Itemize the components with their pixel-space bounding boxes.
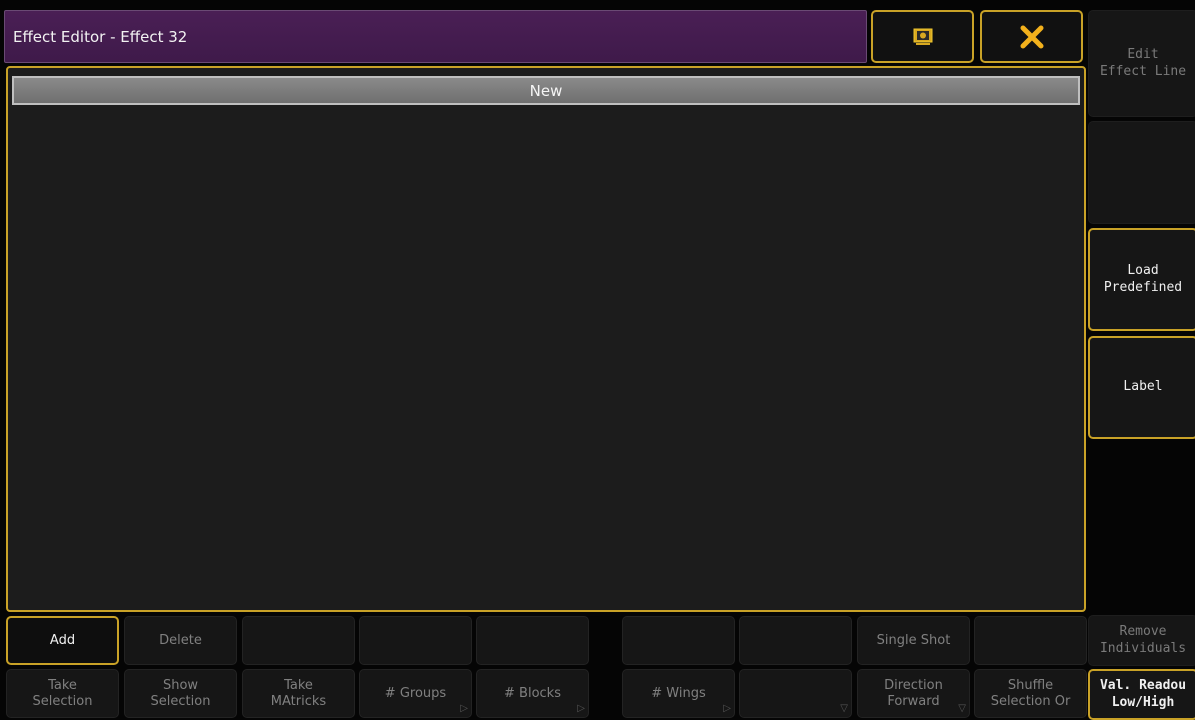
delete-button[interactable]: Delete xyxy=(124,616,237,665)
single-shot-button[interactable]: Single Shot xyxy=(857,616,970,665)
row1-empty-key-6[interactable] xyxy=(622,616,735,665)
add-label: Add xyxy=(49,632,76,648)
take-selection-label: Take Selection xyxy=(32,677,93,709)
load-predefined-label: Load Predefined xyxy=(1103,263,1183,295)
window-title: Effect Editor - Effect 32 xyxy=(13,27,188,46)
submenu-arrow-icon: ▷ xyxy=(460,703,468,714)
wings-button[interactable]: # Wings ▷ xyxy=(622,669,735,718)
screen-icon xyxy=(913,28,932,45)
close-icon xyxy=(1020,25,1043,48)
dropdown-arrow-icon: ▽ xyxy=(840,703,848,714)
submenu-arrow-icon: ▷ xyxy=(577,703,585,714)
row1-empty-key-3[interactable] xyxy=(242,616,355,665)
edit-effect-line-label: Edit Effect Line xyxy=(1099,47,1187,79)
effect-lines-pane xyxy=(6,66,1086,612)
add-button[interactable]: Add xyxy=(6,616,119,665)
groups-button[interactable]: # Groups ▷ xyxy=(359,669,472,718)
single-shot-label: Single Shot xyxy=(876,632,951,648)
wings-label: # Wings xyxy=(651,685,706,701)
close-button[interactable] xyxy=(980,10,1083,63)
blocks-button[interactable]: # Blocks ▷ xyxy=(476,669,589,718)
row1-empty-key-5[interactable] xyxy=(476,616,589,665)
remove-individuals-label: Remove Individuals xyxy=(1099,624,1187,656)
title-bar: Effect Editor - Effect 32 xyxy=(4,10,867,63)
direction-label: Direction Forward xyxy=(884,677,943,709)
row2-empty-key-7[interactable]: ▽ xyxy=(739,669,852,718)
load-predefined-button[interactable]: Load Predefined xyxy=(1088,228,1195,331)
val-readout-label: Val. Readou Low/High xyxy=(1099,678,1187,710)
edit-effect-line-button[interactable]: Edit Effect Line xyxy=(1088,10,1195,117)
groups-label: # Groups xyxy=(384,685,447,701)
blocks-label: # Blocks xyxy=(504,685,561,701)
remove-individuals-button[interactable]: Remove Individuals xyxy=(1088,615,1195,666)
new-effect-line-row[interactable]: New xyxy=(12,76,1080,105)
row1-empty-key-7[interactable] xyxy=(739,616,852,665)
show-selection-button[interactable]: Show Selection xyxy=(124,669,237,718)
new-row-label: New xyxy=(529,81,563,100)
submenu-arrow-icon: ▷ xyxy=(723,703,731,714)
label-button-label: Label xyxy=(1123,379,1163,395)
label-button[interactable]: Label xyxy=(1088,336,1195,439)
val-readout-button[interactable]: Val. Readou Low/High xyxy=(1088,669,1195,720)
shuffle-selection-button[interactable]: Shuffle Selection Or xyxy=(974,669,1087,718)
direction-button[interactable]: Direction Forward ▽ xyxy=(857,669,970,718)
row1-empty-key-9[interactable] xyxy=(974,616,1087,665)
take-selection-button[interactable]: Take Selection xyxy=(6,669,119,718)
delete-label: Delete xyxy=(159,632,202,648)
shuffle-selection-label: Shuffle Selection Or xyxy=(990,677,1071,709)
side-empty-button[interactable] xyxy=(1088,121,1195,224)
show-selection-label: Show Selection xyxy=(150,677,211,709)
take-matricks-label: Take MAtricks xyxy=(270,677,327,709)
screen-button[interactable] xyxy=(871,10,974,63)
take-matricks-button[interactable]: Take MAtricks xyxy=(242,669,355,718)
dropdown-arrow-icon: ▽ xyxy=(958,703,966,714)
row1-empty-key-4[interactable] xyxy=(359,616,472,665)
